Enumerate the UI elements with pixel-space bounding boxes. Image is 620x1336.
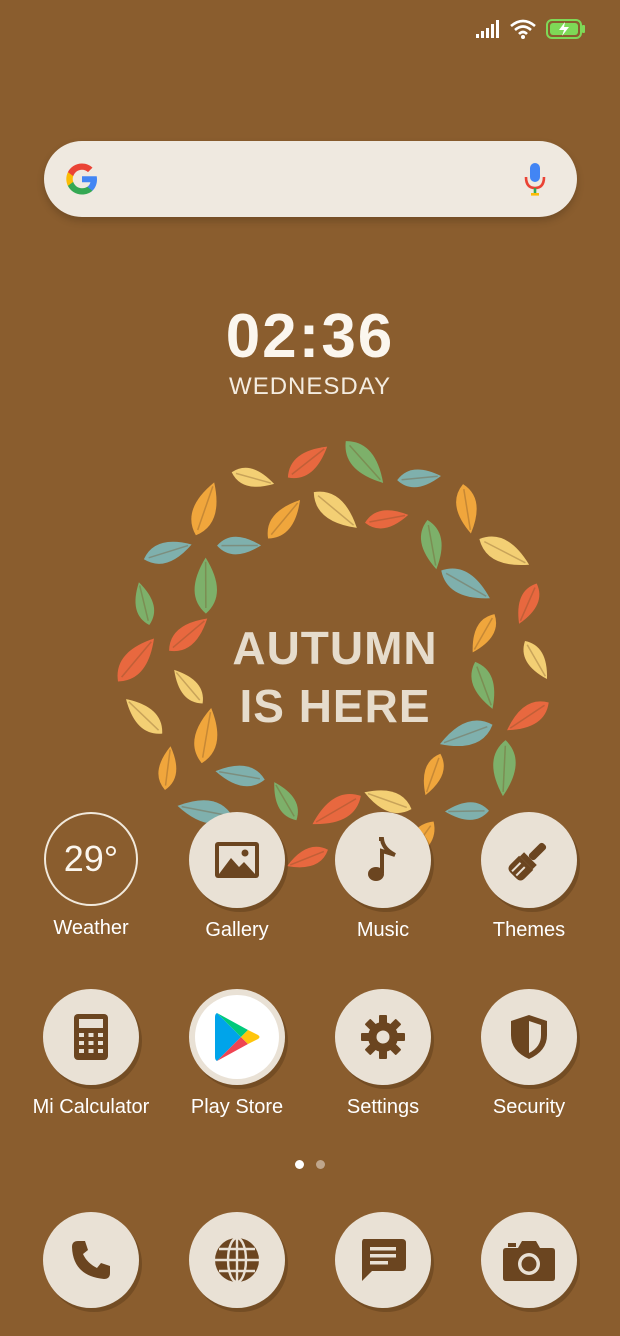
app-settings[interactable]: Settings <box>310 989 456 1119</box>
app-label: Settings <box>346 1096 420 1118</box>
app-mi-calculator[interactable]: Mi Calculator <box>18 989 164 1119</box>
app-label: Mi Calculator <box>32 1096 150 1118</box>
app-play-store[interactable]: Play Store <box>164 989 310 1119</box>
app-music[interactable]: Music <box>310 812 456 942</box>
dock-messages[interactable] <box>310 1212 456 1308</box>
play-store-icon[interactable] <box>189 989 285 1085</box>
weather-temperature: 29° <box>63 838 119 879</box>
signal-icon <box>476 20 499 38</box>
image-icon[interactable] <box>189 812 285 908</box>
wreath-leaf <box>231 467 275 487</box>
wreath-leaf <box>456 484 477 534</box>
app-themes[interactable]: Themes <box>456 812 602 942</box>
paintbrush-icon[interactable] <box>481 812 577 908</box>
app-label: Gallery <box>205 919 269 941</box>
wreath-leaf <box>423 753 444 796</box>
wreath-leaf <box>158 746 177 790</box>
page-dot-active[interactable] <box>295 1160 304 1169</box>
battery-charging-icon <box>546 19 585 39</box>
dock-camera[interactable] <box>456 1212 602 1308</box>
app-label: Weather <box>53 917 129 939</box>
calculator-icon[interactable] <box>43 989 139 1085</box>
app-row-1: 29° Weather Gallery Music Themes <box>0 812 620 952</box>
globe-icon[interactable] <box>189 1212 285 1308</box>
wifi-icon <box>510 19 536 39</box>
microphone-icon[interactable] <box>523 161 547 197</box>
wreath-leaf <box>287 446 328 479</box>
wreath-leaf <box>194 557 217 614</box>
app-weather[interactable]: 29° Weather <box>18 812 164 940</box>
wreath-leaf <box>479 536 530 566</box>
wallpaper-line-2: IS HERE <box>239 680 431 732</box>
wreath-leaf <box>191 482 217 536</box>
wreath-leaf <box>365 510 409 529</box>
wreath-leaf <box>441 568 490 599</box>
wreath-leaf <box>420 520 442 570</box>
google-logo-icon <box>66 163 97 195</box>
app-label: Security <box>492 1096 566 1118</box>
wreath-leaf <box>345 441 384 483</box>
weather-widget[interactable]: 29° <box>44 812 138 906</box>
message-icon[interactable] <box>335 1212 431 1308</box>
search-input[interactable] <box>120 159 504 201</box>
app-row-2: Mi Calculator Play Store Settings Securi… <box>0 989 620 1129</box>
app-security[interactable]: Security <box>456 989 602 1119</box>
status-bar <box>476 14 586 44</box>
page-indicator <box>0 1160 620 1169</box>
app-label: Themes <box>492 919 566 941</box>
wreath-leaf <box>267 500 301 539</box>
dock <box>0 1212 620 1312</box>
clock-time: 02:36 <box>225 302 395 371</box>
wreath-leaf <box>313 491 357 528</box>
gear-icon[interactable] <box>335 989 431 1085</box>
wreath-leaf <box>217 536 262 555</box>
wreath-leaf <box>493 740 516 797</box>
phone-icon[interactable] <box>43 1212 139 1308</box>
wreath-leaf <box>215 765 265 787</box>
wreath-leaf <box>397 469 441 488</box>
google-search-bar[interactable] <box>44 141 577 217</box>
dock-browser[interactable] <box>164 1212 310 1308</box>
wallpaper-text: AUTUMN IS HERE <box>0 619 620 735</box>
dock-phone[interactable] <box>18 1212 164 1308</box>
app-label: Music <box>356 919 410 941</box>
music-note-icon[interactable] <box>335 812 431 908</box>
shield-icon[interactable] <box>481 989 577 1085</box>
wallpaper-line-1: AUTUMN <box>232 622 438 674</box>
app-label: Play Store <box>190 1096 284 1118</box>
wreath-leaf <box>143 541 192 564</box>
camera-icon[interactable] <box>481 1212 577 1308</box>
page-dot[interactable] <box>316 1160 325 1169</box>
clock-day: WEDNESDAY <box>229 373 391 400</box>
app-gallery[interactable]: Gallery <box>164 812 310 942</box>
clock-widget[interactable]: 02:36 WEDNESDAY <box>0 300 620 400</box>
